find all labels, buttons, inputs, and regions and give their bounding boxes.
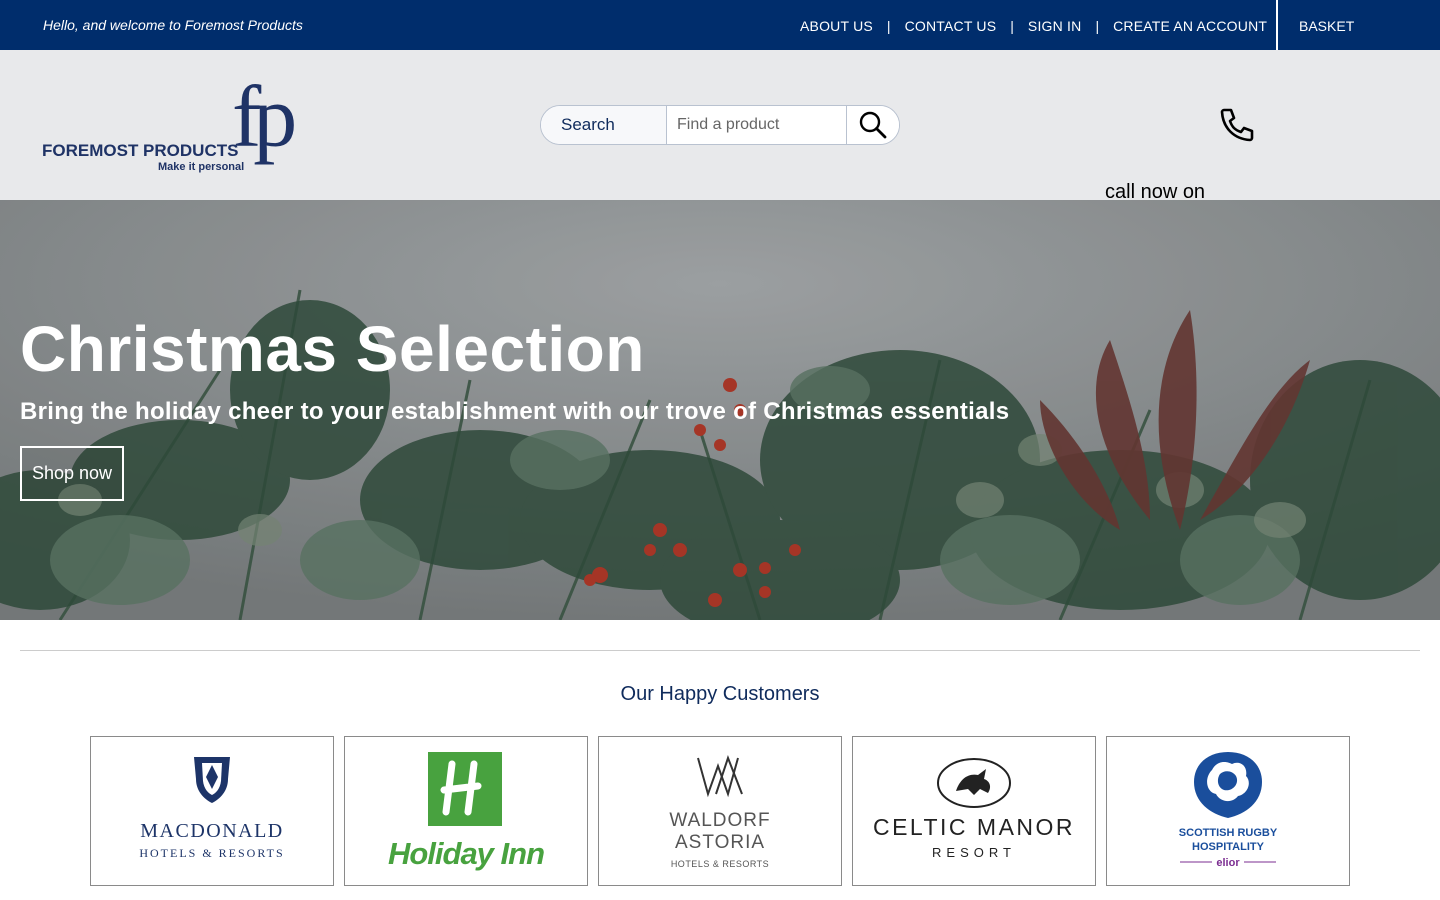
hero-banner: Christmas Selection Bring the holiday ch… <box>0 200 1440 620</box>
top-nav: ABOUT US | CONTACT US | SIGN IN | CREATE… <box>800 18 1267 34</box>
nav-separator: | <box>886 18 891 34</box>
celtic-line1: CELTIC MANOR <box>873 814 1075 840</box>
nav-separator: | <box>1010 18 1014 34</box>
customer-logo-macdonald[interactable]: MACDONALD HOTELS & RESORTS <box>90 736 334 886</box>
basket-divider <box>1276 0 1278 50</box>
about-us-link[interactable]: ABOUT US <box>800 18 873 34</box>
top-bar: Hello, and welcome to Foremost Products … <box>0 0 1440 50</box>
search-icon <box>859 111 887 139</box>
logo-monogram: fp <box>232 78 294 166</box>
search-label[interactable]: Search <box>541 106 667 144</box>
welcome-message: Hello, and welcome to Foremost Products <box>43 17 303 33</box>
hero-subtitle: Bring the holiday cheer to your establis… <box>20 398 1010 425</box>
waldorf-line2: ASTORIA <box>675 832 765 853</box>
customer-logo-scottish-rugby[interactable]: SCOTTISH RUGBY HOSPITALITY elior <box>1106 736 1350 886</box>
phone-icon[interactable] <box>1218 106 1256 144</box>
search-bar: Search <box>540 105 900 145</box>
holiday-inn-text: Holiday Inn <box>388 836 544 871</box>
waldorf-line1: WALDORF <box>669 810 770 831</box>
site-header: fp FOREMOST PRODUCTS Make it personal Se… <box>0 50 1440 203</box>
logo-name: FOREMOST PRODUCTS <box>42 141 238 160</box>
section-divider <box>20 650 1420 651</box>
customer-logos: MACDONALD HOTELS & RESORTS Holiday Inn W… <box>90 736 1350 886</box>
waldorf-line3: HOTELS & RESORTS <box>671 859 769 869</box>
basket-link[interactable]: BASKET <box>1299 18 1354 34</box>
search-input[interactable] <box>667 106 847 144</box>
contact-us-link[interactable]: CONTACT US <box>905 18 997 34</box>
nav-separator: | <box>1095 18 1100 34</box>
customer-logo-holiday-inn[interactable]: Holiday Inn <box>344 736 588 886</box>
macdonald-line2: HOTELS & RESORTS <box>139 846 284 860</box>
customer-logo-waldorf-astoria[interactable]: WALDORF ASTORIA HOTELS & RESORTS <box>598 736 842 886</box>
scottish-line1: SCOTTISH RUGBY <box>1179 827 1278 839</box>
customer-logo-celtic-manor[interactable]: CELTIC MANOR RESORT <box>852 736 1096 886</box>
scottish-line2: HOSPITALITY <box>1192 841 1265 853</box>
logo-tagline: Make it personal <box>158 161 244 173</box>
scottish-line3: elior <box>1216 857 1240 869</box>
customers-heading: Our Happy Customers <box>620 683 820 705</box>
foremost-logo[interactable]: fp FOREMOST PRODUCTS Make it personal <box>42 69 302 178</box>
macdonald-line1: MACDONALD <box>140 820 284 842</box>
hero-title: Christmas Selection <box>20 313 645 385</box>
create-account-link[interactable]: CREATE AN ACCOUNT <box>1113 18 1267 34</box>
sign-in-link[interactable]: SIGN IN <box>1028 18 1082 34</box>
shop-now-button[interactable]: Shop now <box>20 446 124 501</box>
celtic-line2: RESORT <box>932 845 1016 860</box>
search-button[interactable] <box>847 106 899 144</box>
